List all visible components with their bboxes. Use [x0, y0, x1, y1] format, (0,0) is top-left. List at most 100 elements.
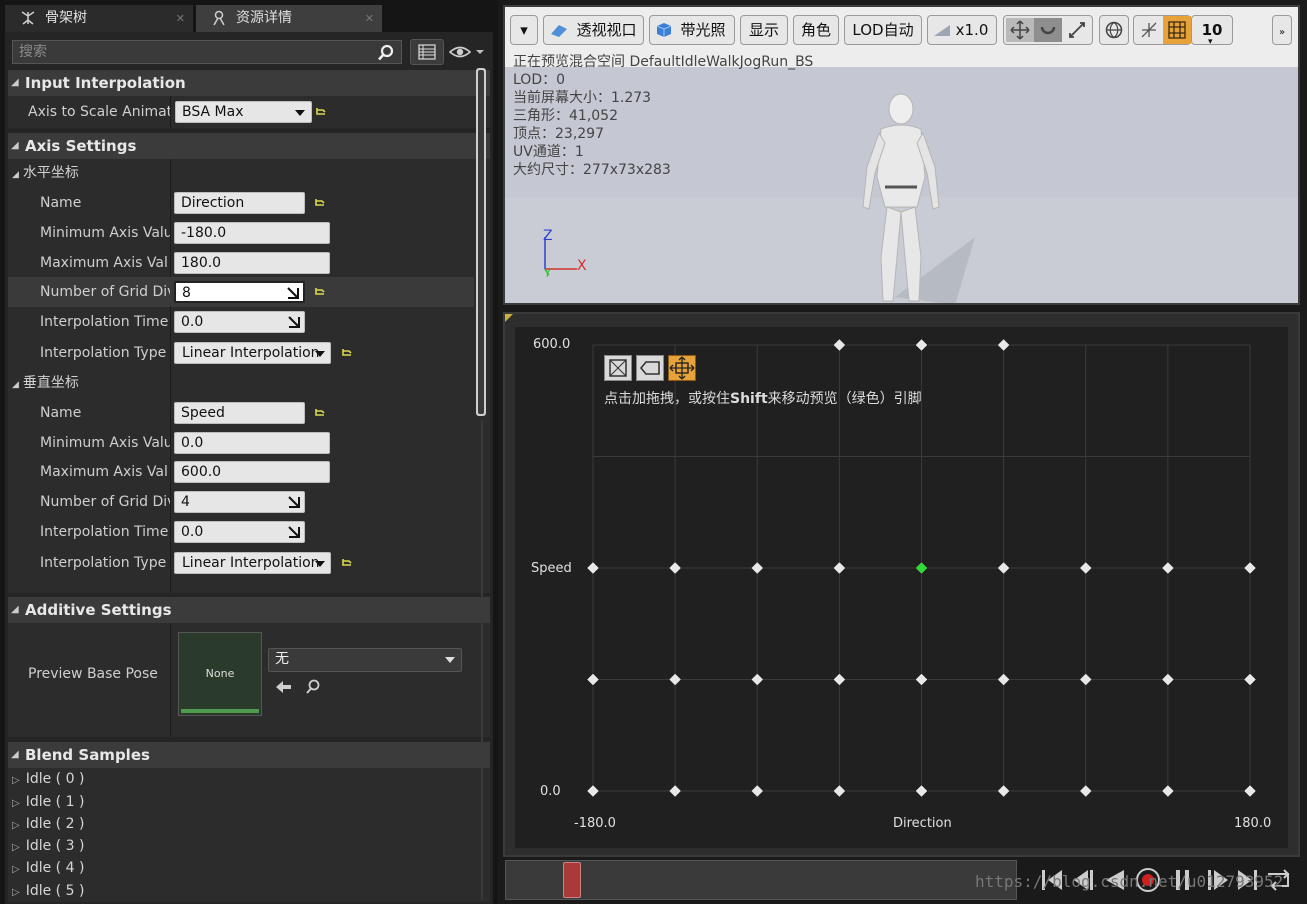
tab-asset-details[interactable]: 资源详情 ✕: [196, 5, 382, 32]
world-local-button[interactable]: [1099, 15, 1129, 45]
visibility-button[interactable]: [448, 40, 488, 64]
blend-sample-point[interactable]: [586, 784, 600, 798]
viewport-options-button[interactable]: »: [1272, 15, 1292, 45]
blend-sample-point[interactable]: [833, 673, 846, 686]
blend-sample-point[interactable]: [1079, 561, 1093, 575]
category-blend-samples[interactable]: ◢ Blend Samples: [8, 742, 490, 768]
reset-to-default-icon[interactable]: [314, 105, 328, 119]
blend-sample-point[interactable]: [915, 338, 928, 352]
blend-sample-point[interactable]: [833, 784, 846, 798]
character-button[interactable]: 角色: [793, 15, 839, 45]
horizontal-min-field[interactable]: -180.0: [174, 222, 330, 244]
blend-sample-point[interactable]: [586, 673, 600, 686]
blend-sample-point[interactable]: [915, 673, 928, 686]
playback-speed-button[interactable]: x1.0: [927, 15, 997, 45]
blend-sample-item[interactable]: ▷ Idle ( 4 ): [12, 857, 84, 879]
use-selected-arrow-icon[interactable]: [275, 679, 293, 695]
horizontal-name-field[interactable]: Direction: [174, 192, 305, 214]
reset-to-default-icon[interactable]: [313, 285, 327, 299]
grid-size-dropdown[interactable]: 10 ▾: [1191, 15, 1233, 47]
reset-to-default-icon[interactable]: [313, 406, 327, 420]
blend-sample-point[interactable]: [915, 784, 928, 798]
collapse-triangle-icon[interactable]: ◢: [12, 170, 19, 180]
category-additive-settings[interactable]: ◢ Additive Settings: [8, 597, 490, 623]
fit-view-button[interactable]: [668, 355, 696, 381]
scrub-handle[interactable]: [563, 862, 581, 898]
vertical-time-field[interactable]: 0.0: [174, 521, 305, 543]
vertical-type-dropdown[interactable]: Linear Interpolation: [174, 552, 331, 574]
blend-sample-point[interactable]: [833, 561, 846, 575]
collapse-triangle-icon[interactable]: ◢: [11, 70, 19, 96]
asset-picker-dropdown[interactable]: 无: [268, 648, 462, 672]
blend-sample-item[interactable]: ▷ Idle ( 0 ): [12, 768, 84, 790]
browse-magnifier-icon[interactable]: [305, 679, 321, 695]
blend-sample-item[interactable]: ▷ Idle ( 1 ): [12, 791, 84, 813]
blend-sample-point[interactable]: [997, 338, 1010, 352]
blend-sample-point[interactable]: [1243, 561, 1257, 575]
blend-sample-item[interactable]: ▷ Idle ( 3 ): [12, 835, 84, 857]
blend-sample-point[interactable]: [668, 561, 682, 575]
expand-triangle-icon[interactable]: ▷: [12, 864, 20, 875]
category-axis-settings[interactable]: ◢ Axis Settings: [8, 133, 490, 159]
close-icon[interactable]: ✕: [365, 5, 374, 32]
horizontal-time-field[interactable]: 0.0: [174, 311, 305, 333]
blend-sample-point[interactable]: [1079, 784, 1093, 798]
tab-skeleton-tree[interactable]: 骨架树 ✕: [5, 5, 193, 32]
collapse-triangle-icon[interactable]: ◢: [11, 597, 19, 623]
horizontal-axis-header[interactable]: ◢ 水平坐标: [12, 162, 79, 184]
vertical-max-field[interactable]: 600.0: [174, 461, 330, 483]
perspective-button[interactable]: 透视视口: [543, 15, 644, 45]
vertical-name-field[interactable]: Speed: [174, 402, 305, 424]
blend-sample-point[interactable]: [997, 561, 1010, 575]
horizontal-max-field[interactable]: 180.0: [174, 252, 330, 274]
lit-mode-button[interactable]: 带光照: [649, 15, 735, 45]
asset-thumbnail[interactable]: None: [178, 632, 262, 716]
blend-sample-point[interactable]: [1161, 673, 1175, 686]
show-labels-button[interactable]: [636, 355, 664, 381]
blend-sample-point[interactable]: [1243, 784, 1257, 798]
expand-triangle-icon[interactable]: ▷: [12, 842, 20, 853]
expand-triangle-icon[interactable]: ▷: [12, 820, 20, 831]
collapse-triangle-icon[interactable]: ◢: [11, 742, 19, 768]
collapse-triangle-icon[interactable]: ◢: [11, 133, 19, 159]
spin-arrow-icon[interactable]: [288, 526, 300, 538]
blend-sample-point[interactable]: [750, 561, 764, 575]
show-button[interactable]: 显示: [740, 15, 788, 45]
blend-sample-point[interactable]: [1079, 673, 1093, 686]
search-box[interactable]: [12, 40, 402, 64]
scrollbar[interactable]: [473, 68, 487, 416]
grid-snap-icon[interactable]: [1163, 16, 1191, 44]
spin-arrow-icon[interactable]: [288, 496, 300, 508]
blend-sample-item[interactable]: ▷ Idle ( 5 ): [12, 880, 84, 902]
expand-triangle-icon[interactable]: ▷: [12, 887, 20, 898]
lod-button[interactable]: LOD自动: [844, 15, 922, 45]
reset-to-default-icon[interactable]: [313, 196, 327, 210]
view-options-button[interactable]: [410, 39, 444, 65]
blend-sample-point[interactable]: [833, 338, 846, 352]
blend-sample-point[interactable]: [1243, 673, 1257, 686]
expand-triangle-icon[interactable]: ▷: [12, 775, 20, 786]
blend-sample-item[interactable]: ▷ Idle ( 2 ): [12, 813, 84, 835]
vertical-axis-header[interactable]: ◢ 垂直坐标: [12, 372, 79, 394]
blend-sample-point[interactable]: [750, 784, 764, 798]
axis-to-scale-dropdown[interactable]: BSA Max: [175, 101, 312, 123]
search-icon[interactable]: [377, 44, 395, 62]
blend-sample-point[interactable]: [997, 673, 1010, 686]
reset-to-default-icon[interactable]: [340, 556, 354, 570]
vertical-grid-field[interactable]: 4: [174, 491, 305, 513]
timeline-scrubber[interactable]: [505, 860, 1017, 900]
blend-sample-point[interactable]: [668, 673, 682, 686]
category-input-interpolation[interactable]: ◢ Input Interpolation: [8, 70, 490, 96]
expand-triangle-icon[interactable]: ▷: [12, 798, 20, 809]
viewport-menu-button[interactable]: ▾: [510, 15, 538, 45]
preview-viewport[interactable]: ▾ 透视视口 带光照 显示 角色 LOD自动 x1.0 10 ▾ » 正在预览混…: [503, 5, 1300, 305]
blend-sample-point[interactable]: [997, 784, 1010, 798]
blend-sample-point[interactable]: [586, 561, 600, 575]
spin-arrow-icon[interactable]: [287, 287, 299, 299]
preview-point[interactable]: [915, 561, 928, 575]
blend-sample-point[interactable]: [1161, 784, 1175, 798]
blend-sample-point[interactable]: [668, 784, 682, 798]
search-input[interactable]: [13, 41, 368, 63]
collapse-triangle-icon[interactable]: ◢: [12, 380, 19, 390]
horizontal-grid-field[interactable]: 8: [174, 281, 305, 303]
